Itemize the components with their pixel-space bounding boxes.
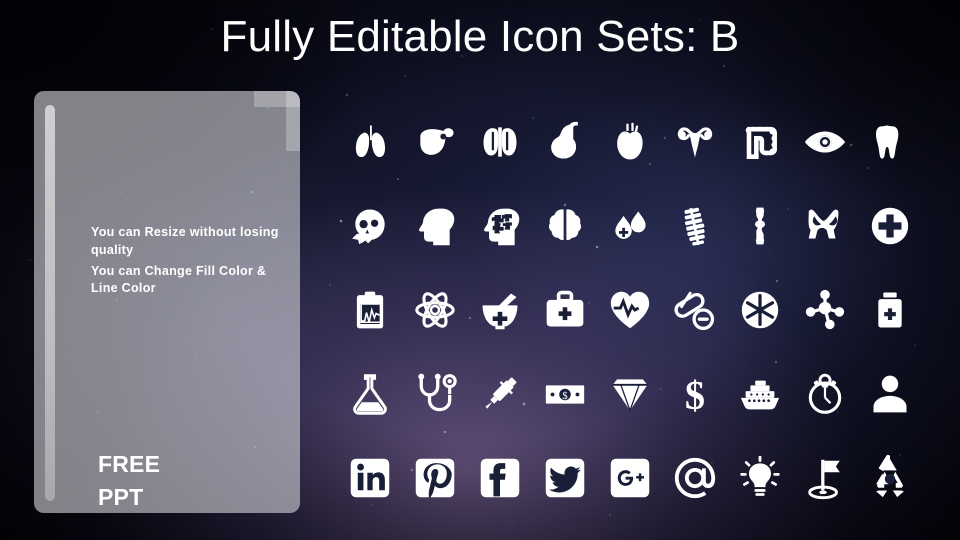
tooth-icon[interactable] [857, 100, 922, 184]
heart-anatomical-icon[interactable] [597, 100, 662, 184]
twitter-icon[interactable] [532, 436, 597, 520]
uterus-icon[interactable] [662, 100, 727, 184]
intestine-icon[interactable] [727, 100, 792, 184]
info-panel: You can Resize without losing quality Yo… [34, 91, 300, 513]
golf-flag-icon[interactable] [792, 436, 857, 520]
medical-bag-icon[interactable] [532, 268, 597, 352]
fill-color-note: You can Change Fill Color & Line Color [91, 264, 267, 295]
clipboard-chart-icon[interactable] [337, 268, 402, 352]
bone-joint-icon[interactable] [727, 184, 792, 268]
pinterest-icon[interactable] [402, 436, 467, 520]
slide-canvas: Fully Editable Icon Sets: B You can Resi… [0, 0, 960, 540]
linkedin-icon[interactable] [337, 436, 402, 520]
dollar-sign-icon[interactable]: $ [662, 352, 727, 436]
kidneys-icon[interactable] [467, 100, 532, 184]
recycle-icon[interactable] [857, 436, 922, 520]
brain-icon[interactable] [532, 184, 597, 268]
diamond-icon[interactable] [597, 352, 662, 436]
facebook-icon[interactable] [467, 436, 532, 520]
panel-headline: FREEPPTTEMPLATES [98, 451, 161, 510]
page-title: Fully Editable Icon Sets: B [220, 12, 740, 61]
icon-grid: $ $ [337, 100, 945, 520]
panel-accent-bar [45, 105, 55, 501]
panel-corner-bracket [254, 91, 300, 151]
skull-icon[interactable] [337, 184, 402, 268]
head-brain-puzzle-icon[interactable] [467, 184, 532, 268]
pill-bottle-icon[interactable] [857, 268, 922, 352]
heart-pulse-icon[interactable] [597, 268, 662, 352]
flask-icon[interactable] [337, 352, 402, 436]
lungs-icon[interactable] [337, 100, 402, 184]
syringe-icon[interactable] [467, 352, 532, 436]
atom-icon[interactable] [402, 268, 467, 352]
mortar-pestle-icon[interactable] [467, 268, 532, 352]
stomach-icon[interactable] [532, 100, 597, 184]
pelvis-icon[interactable] [792, 184, 857, 268]
svg-text:$: $ [684, 373, 704, 416]
lightbulb-icon[interactable] [727, 436, 792, 520]
pills-icon[interactable] [662, 268, 727, 352]
cruise-ship-icon[interactable] [727, 352, 792, 436]
user-person-icon[interactable] [857, 352, 922, 436]
resize-note: You can Resize without losing quality [91, 225, 279, 257]
blood-drops-icon[interactable] [597, 184, 662, 268]
banknote-icon[interactable]: $ [532, 352, 597, 436]
svg-text:$: $ [562, 391, 567, 402]
google-plus-icon[interactable] [597, 436, 662, 520]
molecule-icon[interactable] [792, 268, 857, 352]
stopwatch-icon[interactable] [792, 352, 857, 436]
liver-icon[interactable] [402, 100, 467, 184]
head-profile-icon[interactable] [402, 184, 467, 268]
stethoscope-icon[interactable] [402, 352, 467, 436]
virus-asterisk-icon[interactable] [727, 268, 792, 352]
medical-cross-circle-icon[interactable] [857, 184, 922, 268]
eye-icon[interactable] [792, 100, 857, 184]
at-email-icon[interactable] [662, 436, 727, 520]
spine-icon[interactable] [662, 184, 727, 268]
